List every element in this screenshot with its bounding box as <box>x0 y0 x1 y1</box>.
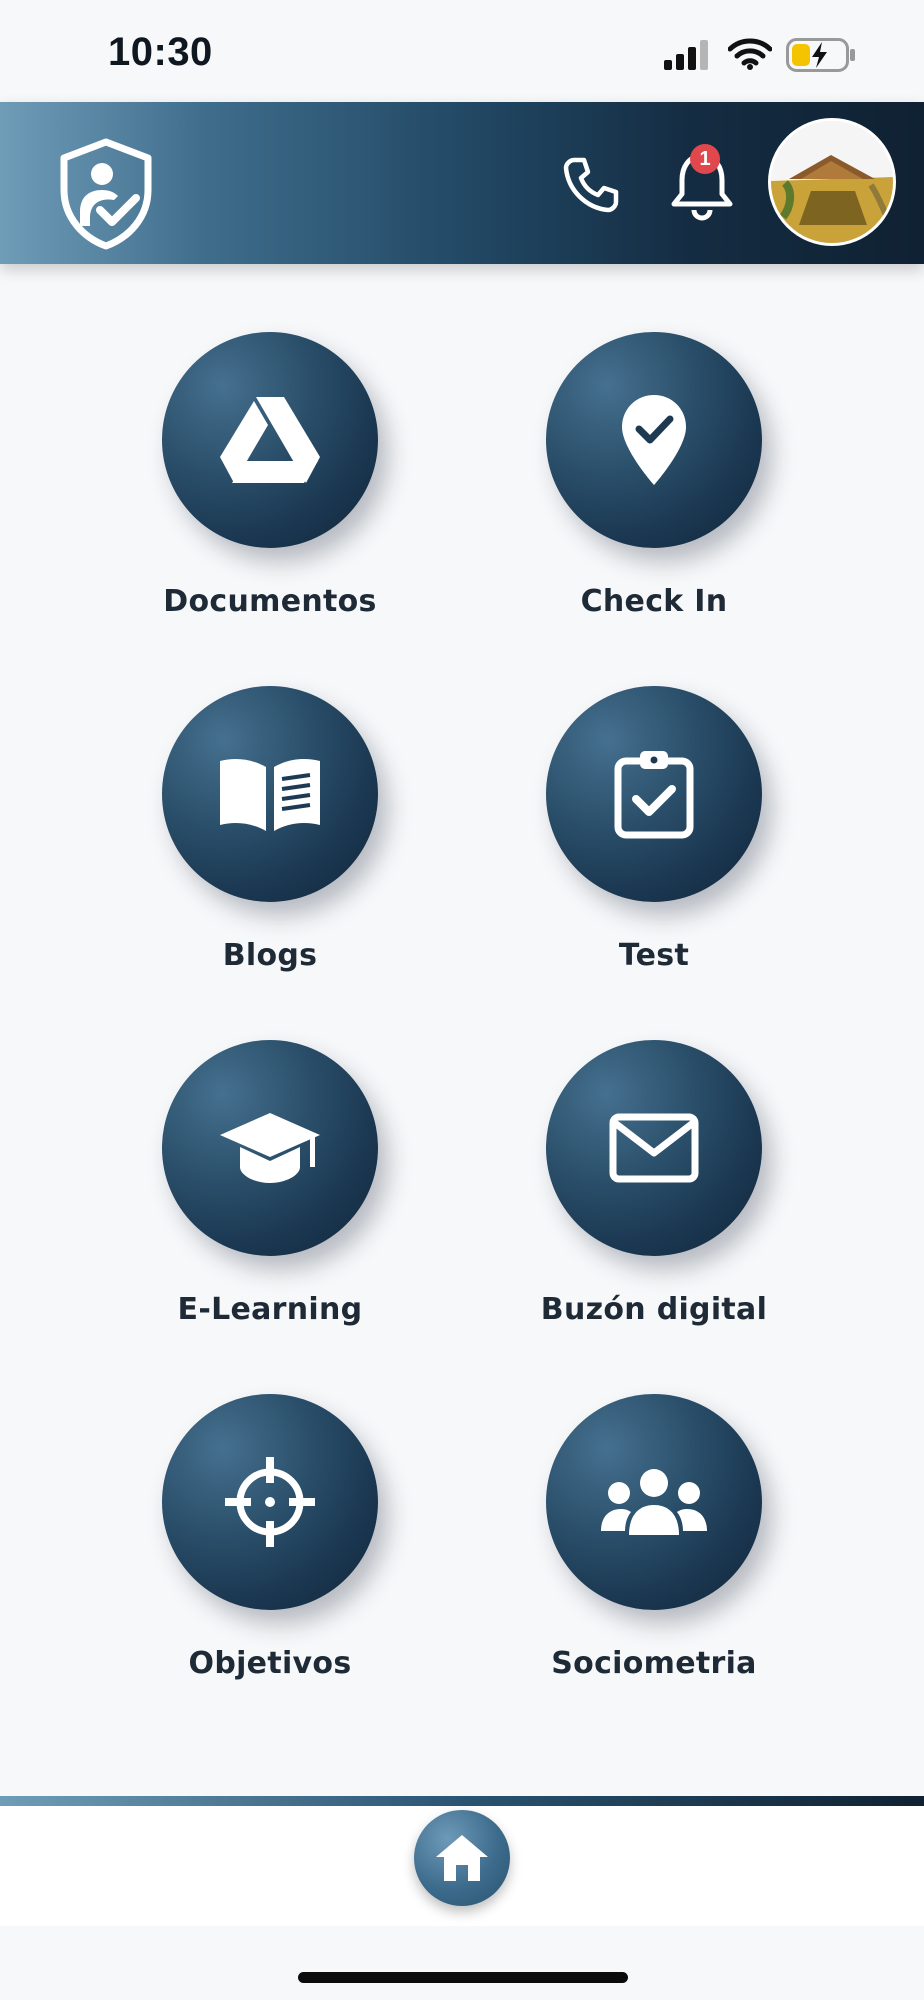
tile-label: Buzón digital <box>540 1292 768 1327</box>
home-button[interactable] <box>414 1810 510 1906</box>
documentos-button[interactable] <box>162 332 378 548</box>
menu-tile-test[interactable]: Test <box>504 686 804 973</box>
sociometria-button[interactable] <box>546 1394 762 1610</box>
tile-label: Blogs <box>222 938 318 973</box>
status-time: 10:30 <box>108 30 213 74</box>
graduation-cap-icon <box>220 1113 320 1183</box>
e-learning-button[interactable] <box>162 1040 378 1256</box>
users-icon <box>601 1469 707 1535</box>
wifi-icon <box>728 38 772 70</box>
menu-tile-objetivos[interactable]: Objetivos <box>120 1394 420 1681</box>
check-in-button[interactable] <box>546 332 762 548</box>
avatar-photo-icon <box>771 121 893 243</box>
tile-label: Test <box>618 938 690 973</box>
tile-label: Sociometria <box>551 1646 757 1681</box>
location-check-icon <box>622 395 686 485</box>
envelope-icon <box>609 1113 699 1183</box>
tile-label: E-Learning <box>177 1292 363 1327</box>
tile-label: Objetivos <box>188 1646 352 1681</box>
bottom-nav-divider <box>0 1796 924 1806</box>
notification-badge: 1 <box>690 144 720 174</box>
menu-tile-e-learning[interactable]: E-Learning <box>120 1040 420 1327</box>
drive-icon <box>220 397 320 483</box>
phone-icon[interactable] <box>560 152 624 216</box>
battery-icon <box>786 38 855 72</box>
blogs-button[interactable] <box>162 686 378 902</box>
avatar[interactable] <box>768 118 896 246</box>
tile-label: Documentos <box>163 584 377 619</box>
menu-tile-blogs[interactable]: Blogs <box>120 686 420 973</box>
menu-tile-check-in[interactable]: Check In <box>504 332 804 619</box>
home-indicator[interactable] <box>298 1972 628 1983</box>
tile-label: Check In <box>580 584 728 619</box>
buzon-digital-button[interactable] <box>546 1040 762 1256</box>
home-icon <box>436 1835 488 1881</box>
shield-user-logo-icon[interactable] <box>56 138 156 250</box>
crosshair-icon <box>225 1457 315 1547</box>
clipboard-check-icon <box>614 751 694 839</box>
menu-tile-documentos[interactable]: Documentos <box>120 332 420 619</box>
menu-tile-sociometria[interactable]: Sociometria <box>504 1394 804 1681</box>
test-button[interactable] <box>546 686 762 902</box>
signal-icon <box>664 40 708 70</box>
open-book-icon <box>220 759 320 831</box>
status-bar: 10:30 <box>0 0 924 102</box>
menu-tile-buzon-digital[interactable]: Buzón digital <box>504 1040 804 1327</box>
objetivos-button[interactable] <box>162 1394 378 1610</box>
